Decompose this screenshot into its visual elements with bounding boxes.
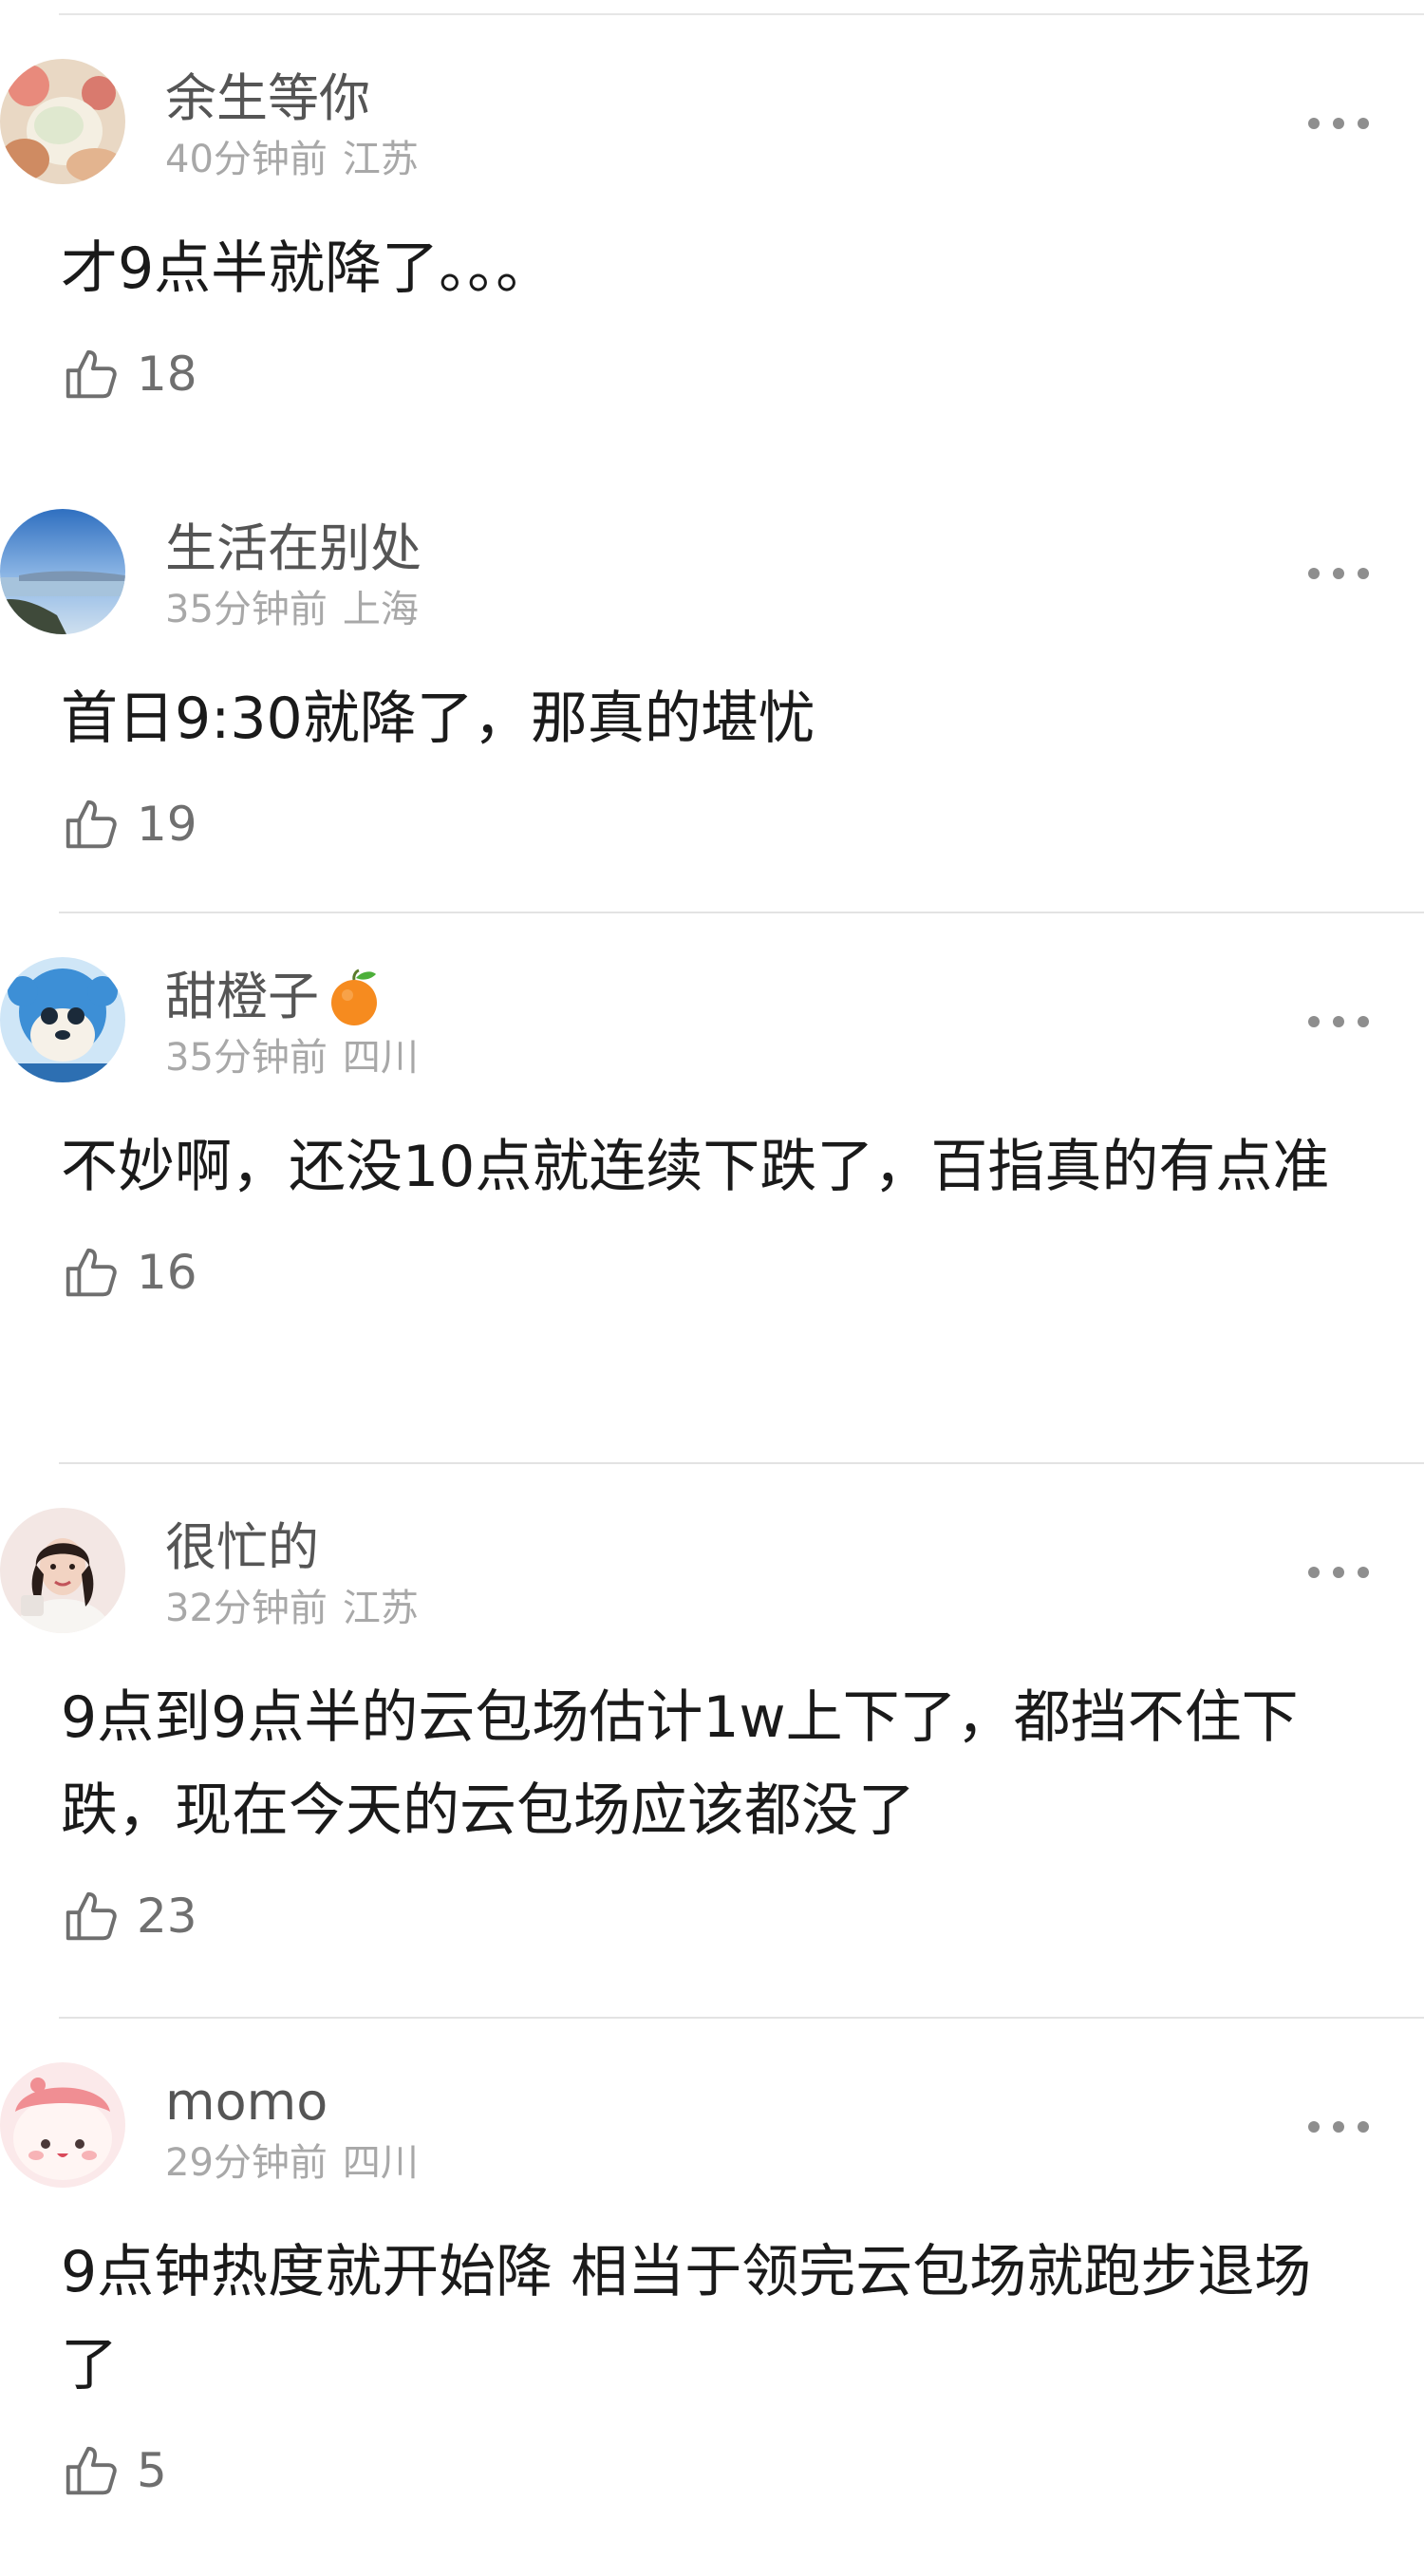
thumbs-up-icon <box>61 1243 120 1302</box>
tangerine-icon <box>325 967 384 1027</box>
comment-time: 32分钟前 <box>165 1587 328 1630</box>
username-text: 很忙的 <box>165 1517 319 1577</box>
comment-meta: 35分钟前 四川 <box>165 1035 419 1081</box>
more-dots-icon <box>1308 568 1320 579</box>
more-dots-icon <box>1308 2121 1320 2133</box>
comment-location: 江苏 <box>342 1587 419 1630</box>
comment-item: momo 29分钟前 四川 9点钟热度就开始降 相当于领完云包场就跑步退场了 5 <box>0 2019 1424 2569</box>
like-count: 5 <box>137 2443 167 2498</box>
comment-location: 上海 <box>342 588 419 631</box>
comment-meta: 35分钟前 上海 <box>165 587 422 632</box>
like-button[interactable]: 19 <box>61 786 1367 862</box>
more-dot <box>1333 1567 1344 1578</box>
username[interactable]: 甜橙子 <box>165 967 419 1027</box>
comment-time: 29分钟前 <box>165 2141 328 2185</box>
more-options-button[interactable] <box>1308 1010 1369 1033</box>
like-count: 23 <box>137 1889 197 1944</box>
like-count: 16 <box>137 1245 197 1300</box>
comment-text: 不妙啊，还没10点就连续下跌了，百指真的有点准 <box>61 1134 1330 1200</box>
more-dot <box>1358 2121 1369 2133</box>
more-options-button[interactable] <box>1308 1561 1369 1584</box>
comment-meta: 29分钟前 四川 <box>165 2140 419 2186</box>
username-text: 生活在别处 <box>165 518 422 578</box>
comment-text: 9点到9点半的云包场估计1w上下了，都挡不住下跌，现在今天的云包场应该都没了 <box>61 1684 1299 1844</box>
comment-text: 才9点半就降了。。。 <box>61 235 553 302</box>
like-button[interactable]: 23 <box>61 1878 1367 1954</box>
comment-time: 35分钟前 <box>165 588 328 631</box>
comment-meta: 40分钟前 江苏 <box>165 137 419 182</box>
comment-item: 很忙的 32分钟前 江苏 9点到9点半的云包场估计1w上下了，都挡不住下跌，现在今… <box>0 1464 1424 2019</box>
username[interactable]: 很忙的 <box>165 1517 419 1578</box>
comment-location: 四川 <box>342 2141 419 2185</box>
more-dot <box>1358 1567 1369 1578</box>
more-dots-icon <box>1308 1016 1320 1027</box>
username[interactable]: momo <box>165 2072 419 2133</box>
avatar[interactable] <box>0 957 125 1082</box>
username-text: 余生等你 <box>165 68 370 128</box>
avatar[interactable] <box>0 2062 125 2188</box>
more-options-button[interactable] <box>1308 562 1369 585</box>
more-dots-icon <box>1308 1567 1320 1578</box>
more-dot <box>1358 118 1369 129</box>
avatar[interactable] <box>0 509 125 634</box>
comment-item: 生活在别处 35分钟前 上海 首日9:30就降了，那真的堪忧 19 <box>0 465 1424 913</box>
thumbs-up-icon <box>61 2441 120 2500</box>
comment-location: 四川 <box>342 1036 419 1080</box>
like-button[interactable]: 18 <box>61 336 1367 412</box>
comment-location: 江苏 <box>342 138 419 181</box>
comment-item: 余生等你 40分钟前 江苏 才9点半就降了。。。 18 <box>0 15 1424 465</box>
avatar[interactable] <box>0 59 125 184</box>
comment-meta: 32分钟前 江苏 <box>165 1586 419 1631</box>
comment-time: 35分钟前 <box>165 1036 328 1080</box>
like-count: 18 <box>137 347 197 402</box>
more-dot <box>1358 568 1369 579</box>
username-text: 甜橙子 <box>165 967 319 1026</box>
like-button[interactable]: 5 <box>61 2433 1367 2509</box>
more-dots-icon <box>1308 118 1320 129</box>
more-dot <box>1358 1016 1369 1027</box>
comment-text: 首日9:30就降了，那真的堪忧 <box>61 686 815 752</box>
like-button[interactable]: 16 <box>61 1234 1367 1310</box>
like-count: 19 <box>137 797 197 852</box>
more-dot <box>1333 568 1344 579</box>
username[interactable]: 生活在别处 <box>165 518 422 579</box>
thumbs-up-icon <box>61 795 120 854</box>
thumbs-up-icon <box>61 1887 120 1946</box>
more-dot <box>1333 1016 1344 1027</box>
more-dot <box>1333 2121 1344 2133</box>
more-options-button[interactable] <box>1308 2115 1369 2138</box>
comment-item: 甜橙子 35分钟前 四川 不妙啊，还没10点就连续下跌了，百指真的有点准 16 <box>0 913 1424 1464</box>
comment-text: 9点钟热度就开始降 相当于领完云包场就跑步退场了 <box>61 2239 1312 2398</box>
more-options-button[interactable] <box>1308 112 1369 135</box>
comment-list: 余生等你 40分钟前 江苏 才9点半就降了。。。 18 生活在别处 35分钟前 … <box>0 15 1424 2569</box>
avatar[interactable] <box>0 1508 125 1633</box>
more-dot <box>1333 118 1344 129</box>
thumbs-up-icon <box>61 345 120 404</box>
username[interactable]: 余生等你 <box>165 68 419 129</box>
username-text: momo <box>165 2072 328 2132</box>
comment-time: 40分钟前 <box>165 138 328 181</box>
